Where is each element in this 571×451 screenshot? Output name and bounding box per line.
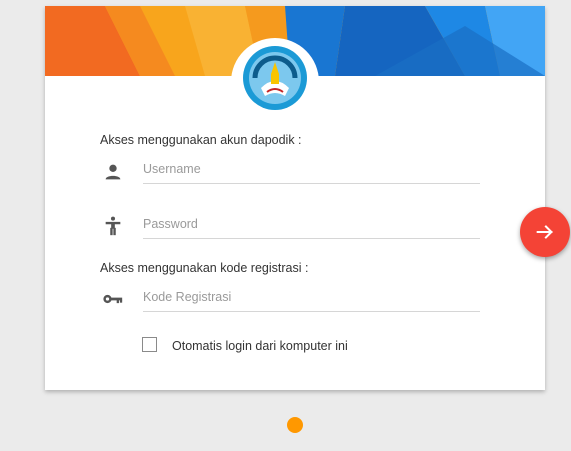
accessibility-icon <box>105 216 121 236</box>
registration-code-input[interactable] <box>143 285 480 309</box>
page-indicator-dot[interactable] <box>287 417 303 433</box>
key-icon <box>103 294 123 304</box>
username-input[interactable] <box>143 157 480 181</box>
submit-button[interactable] <box>520 207 570 257</box>
login-card: Akses menggunakan akun dapodik : Akses m… <box>45 6 545 390</box>
auto-login-label[interactable]: Otomatis login dari komputer ini <box>172 339 348 353</box>
registration-section-label: Akses menggunakan kode registrasi : <box>100 261 309 275</box>
person-icon <box>105 164 121 180</box>
emblem-icon <box>243 46 307 110</box>
password-input[interactable] <box>143 212 480 236</box>
password-field-container <box>143 212 480 239</box>
arrow-right-icon <box>536 225 553 239</box>
dapodik-section-label: Akses menggunakan akun dapodik : <box>100 133 302 147</box>
logo-badge <box>231 38 319 126</box>
username-field-container <box>143 157 480 184</box>
auto-login-checkbox[interactable] <box>142 337 157 352</box>
registration-field-container <box>143 285 480 312</box>
